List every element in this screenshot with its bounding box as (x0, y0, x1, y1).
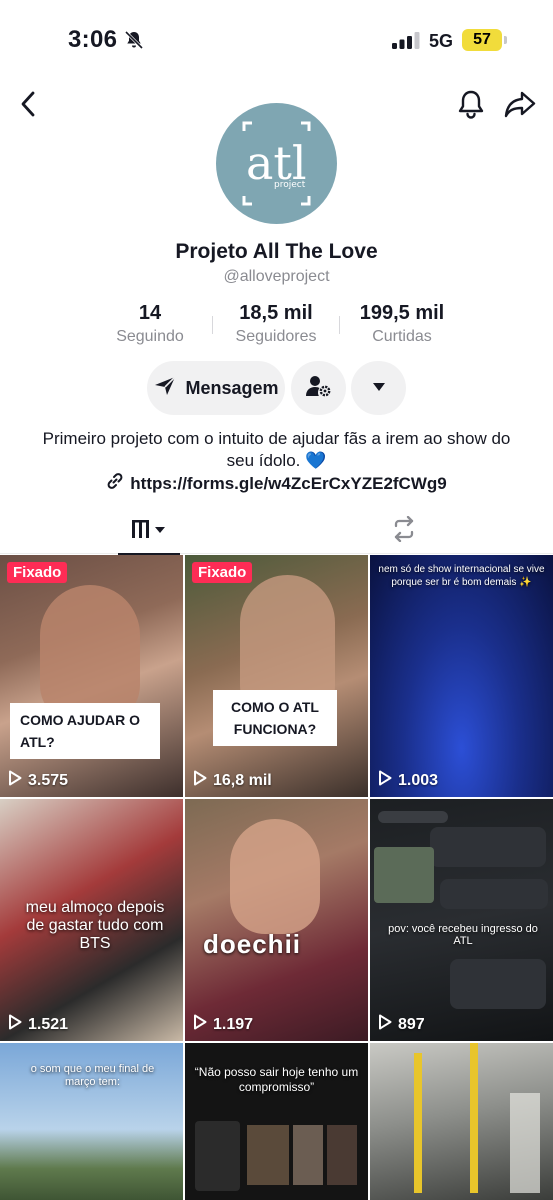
following-stat[interactable]: 14 Seguindo (100, 302, 200, 346)
cellular-signal-icon (392, 32, 420, 54)
link-icon (106, 472, 124, 495)
share-arrow-icon (504, 90, 536, 123)
chat-bubble (430, 827, 546, 867)
view-count: 1.197 (193, 1014, 253, 1035)
likes-stat[interactable]: 199,5 mil Curtidas (345, 302, 459, 346)
tab-reposts[interactable] (380, 508, 428, 554)
video-tile[interactable]: Fixado COMO AJUDAR O ATL? 3.575 (0, 555, 183, 797)
chat-image (374, 847, 434, 903)
video-tile[interactable] (370, 1043, 553, 1200)
pinned-badge: Fixado (7, 562, 68, 583)
video-caption: doechii (203, 929, 302, 959)
likes-count: 199,5 mil (359, 302, 445, 324)
chat-bubble (378, 811, 448, 823)
view-count: 897 (378, 1014, 425, 1035)
notifications-button[interactable] (454, 88, 488, 124)
content-tabs (0, 508, 553, 555)
video-tile[interactable]: nem só de show internacional se vive por… (370, 555, 553, 797)
repost-icon (390, 515, 418, 547)
status-time: 3:06 (68, 26, 118, 53)
view-count-text: 3.575 (28, 771, 69, 789)
followers-count: 18,5 mil (239, 302, 313, 324)
video-caption: COMO O ATL FUNCIONA? (213, 690, 337, 746)
bio-link[interactable]: https://forms.gle/w4ZcErCxYZE2fCWg9 (0, 472, 553, 495)
play-icon (8, 770, 22, 791)
grid-icon (131, 518, 167, 545)
pinned-badge: Fixado (192, 562, 253, 583)
video-caption: o som que o meu final de março tem: (30, 1063, 155, 1088)
play-icon (193, 1014, 207, 1035)
username: @alloveproject (223, 268, 330, 285)
following-count: 14 (138, 302, 162, 324)
profile-stats: 14 Seguindo 18,5 mil Seguidores 199,5 mi… (0, 302, 553, 352)
chevron-left-icon (20, 91, 36, 122)
video-caption: “Não posso sair hoje tenho um compromiss… (194, 1065, 359, 1094)
play-icon (8, 1014, 22, 1035)
play-icon (378, 770, 392, 791)
video-tile[interactable]: o som que o meu final de março tem: (0, 1043, 183, 1200)
view-count-text: 16,8 mil (213, 771, 272, 789)
poster-thumbnail (327, 1125, 357, 1185)
display-name: Projeto All The Love (175, 240, 378, 263)
video-tile[interactable]: “Não posso sair hoje tenho um compromiss… (185, 1043, 368, 1200)
play-icon (378, 1014, 392, 1035)
battery-indicator: 57 (462, 29, 507, 51)
message-button[interactable]: Mensagem (147, 361, 285, 415)
video-caption: COMO AJUDAR O ATL? (10, 703, 160, 759)
logo-subtext: project (274, 180, 306, 190)
caret-down-icon (372, 379, 386, 397)
message-label: Mensagem (185, 377, 279, 398)
chat-bubble (450, 959, 546, 1009)
video-caption: nem só de show internacional se vive por… (378, 564, 545, 588)
view-count: 1.003 (378, 770, 438, 791)
follow-settings-button[interactable] (291, 361, 346, 415)
bus-window (510, 1093, 540, 1193)
more-options-button[interactable] (351, 361, 406, 415)
video-tile[interactable]: pov: você recebeu ingresso do ATL 897 (370, 799, 553, 1041)
poster-thumbnail (247, 1125, 289, 1185)
keyboard-panel (195, 1121, 240, 1191)
profile-avatar[interactable]: atl project (216, 103, 337, 224)
blue-heart-emoji: 💙 (305, 451, 327, 470)
share-button[interactable] (502, 88, 538, 124)
stat-divider (212, 316, 213, 334)
poster-thumbnail (293, 1125, 323, 1185)
view-count-text: 1.003 (398, 771, 439, 789)
atl-logo: atl project (242, 121, 311, 206)
view-count: 3.575 (8, 770, 68, 791)
view-count: 16,8 mil (193, 770, 272, 791)
network-type: 5G (429, 31, 454, 51)
bus-pole (414, 1053, 422, 1193)
followers-label: Seguidores (235, 328, 317, 345)
video-grid: Fixado COMO AJUDAR O ATL? 3.575 Fixado C… (0, 555, 553, 1200)
profile-bio: Primeiro projeto com o intuito de ajudar… (40, 428, 513, 472)
video-tile[interactable]: Fixado COMO O ATL FUNCIONA? 16,8 mil (185, 555, 368, 797)
play-icon (193, 770, 207, 791)
status-bar: 3:06 5G 57 (0, 0, 553, 80)
view-count-text: 897 (398, 1015, 425, 1033)
view-count-text: 1.197 (213, 1015, 254, 1033)
stat-divider (339, 316, 340, 334)
followers-stat[interactable]: 18,5 mil Seguidores (220, 302, 332, 346)
video-tile[interactable]: meu almoço depois de gastar tudo com BTS… (0, 799, 183, 1041)
following-label: Seguindo (116, 328, 184, 345)
bio-link-text: https://forms.gle/w4ZcErCxYZE2fCWg9 (130, 473, 447, 493)
video-tile[interactable]: doechii 1.197 (185, 799, 368, 1041)
send-icon (153, 375, 177, 402)
back-button[interactable] (14, 88, 42, 124)
user-gear-icon (305, 374, 332, 403)
chat-bubble (440, 879, 548, 909)
likes-label: Curtidas (372, 328, 432, 345)
bell-icon (457, 89, 485, 124)
video-caption: pov: você recebeu ingresso do ATL (388, 923, 538, 947)
bio-text: Primeiro projeto com o intuito de ajudar… (42, 429, 511, 470)
bus-pole (470, 1043, 478, 1193)
video-caption: meu almoço depois de gastar tudo com BTS (25, 899, 165, 952)
thumbnail-figure (230, 819, 320, 934)
tab-videos[interactable] (118, 508, 180, 555)
profile-actions: Mensagem (0, 361, 553, 415)
view-count: 1.521 (8, 1014, 68, 1035)
view-count-text: 1.521 (28, 1015, 69, 1033)
silent-mode-icon (124, 30, 144, 55)
